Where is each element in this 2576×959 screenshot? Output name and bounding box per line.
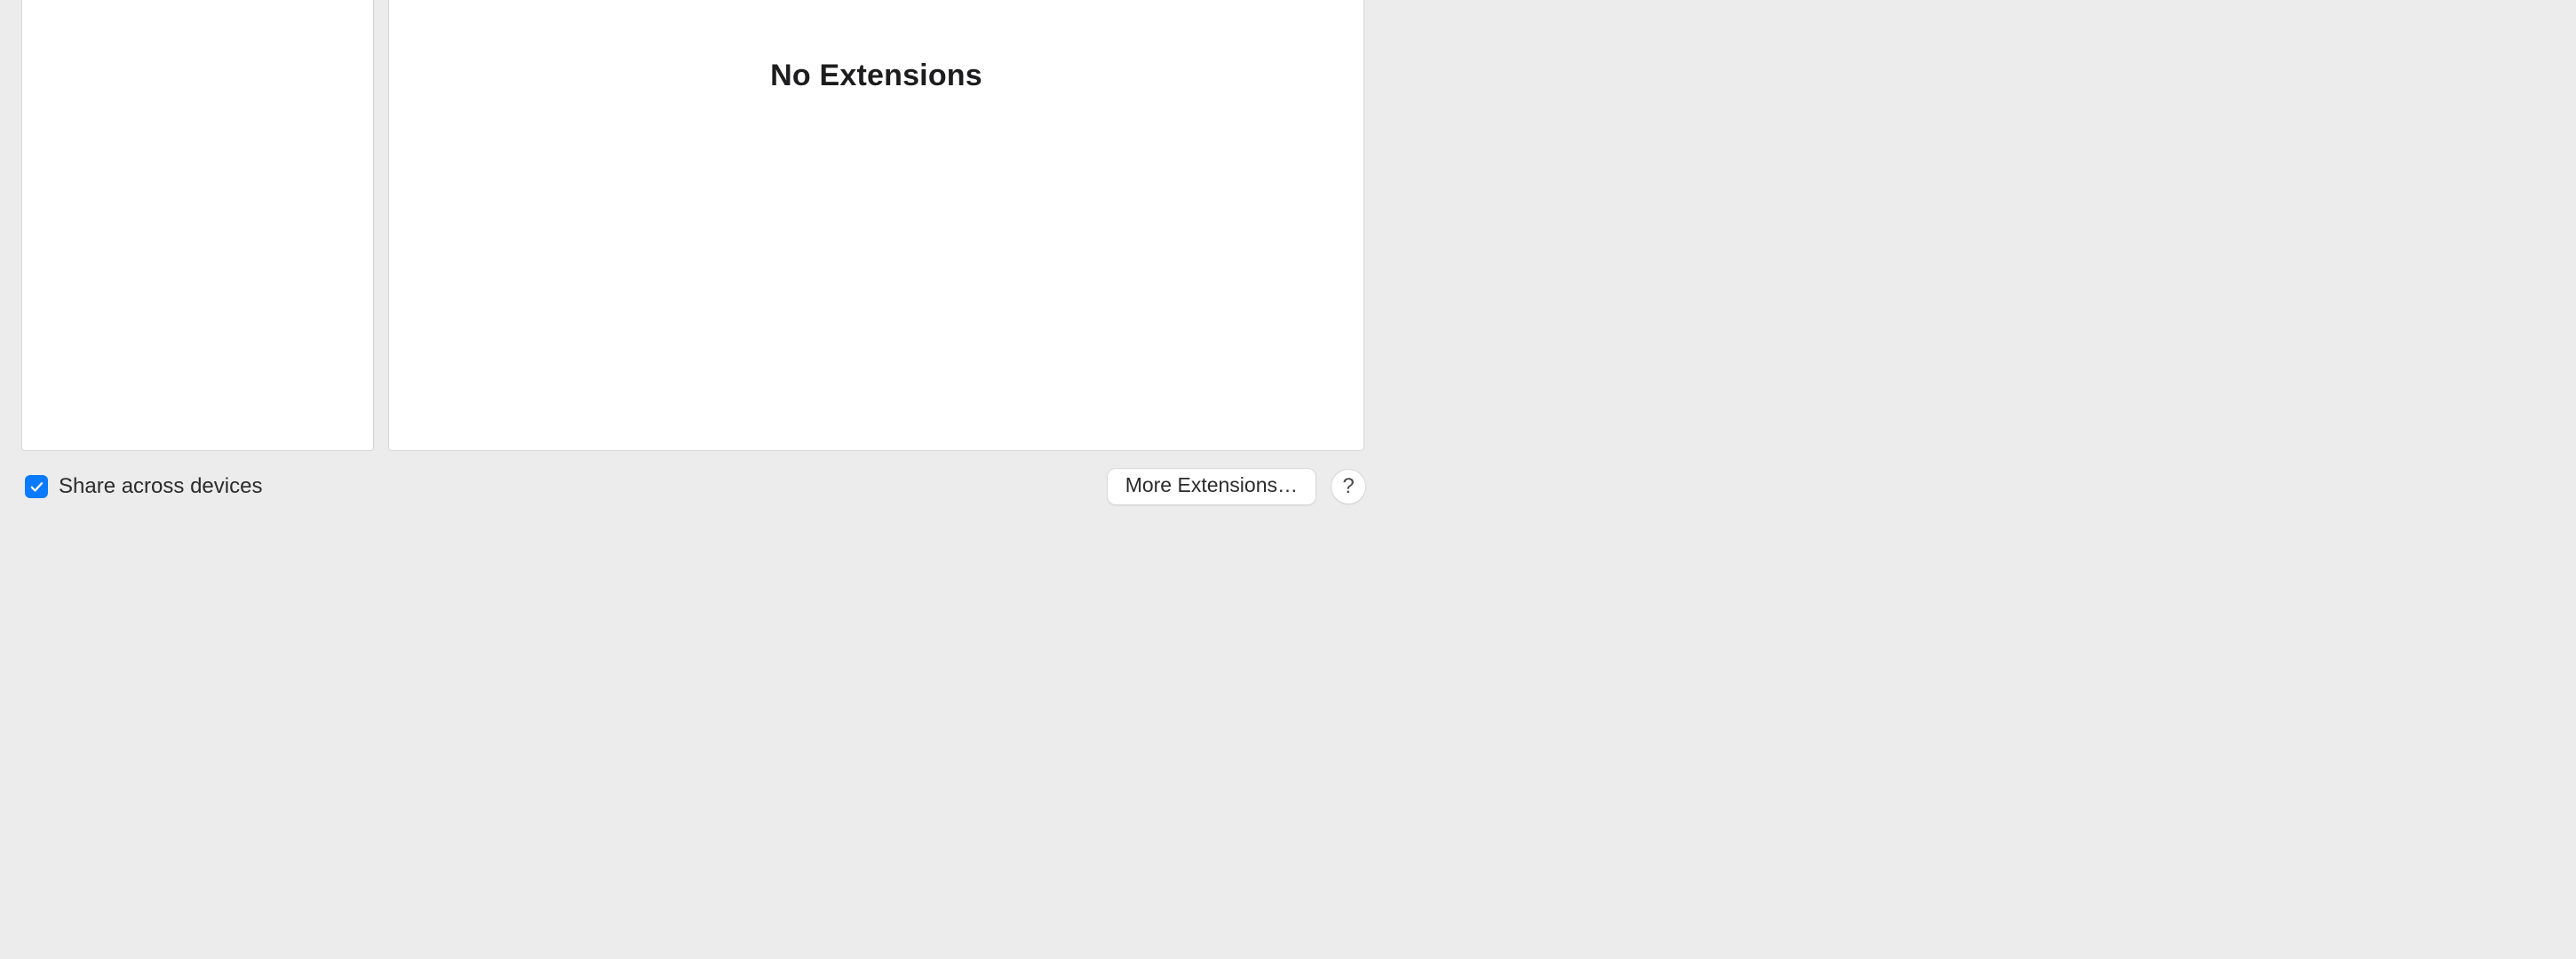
footer-bar: Share across devices More Extensions… ? [0, 463, 1386, 518]
share-across-devices-label: Share across devices [59, 474, 262, 499]
share-across-devices-checkbox[interactable] [25, 475, 48, 498]
help-icon: ? [1342, 474, 1354, 499]
help-button[interactable]: ? [1331, 469, 1366, 504]
extensions-sidebar-panel [21, 0, 374, 451]
share-across-devices-option: Share across devices [25, 474, 262, 499]
no-extensions-heading: No Extensions [770, 59, 982, 93]
checkmark-icon [28, 479, 44, 495]
extensions-detail-panel: No Extensions [388, 0, 1364, 451]
more-extensions-button[interactable]: More Extensions… [1107, 468, 1316, 504]
